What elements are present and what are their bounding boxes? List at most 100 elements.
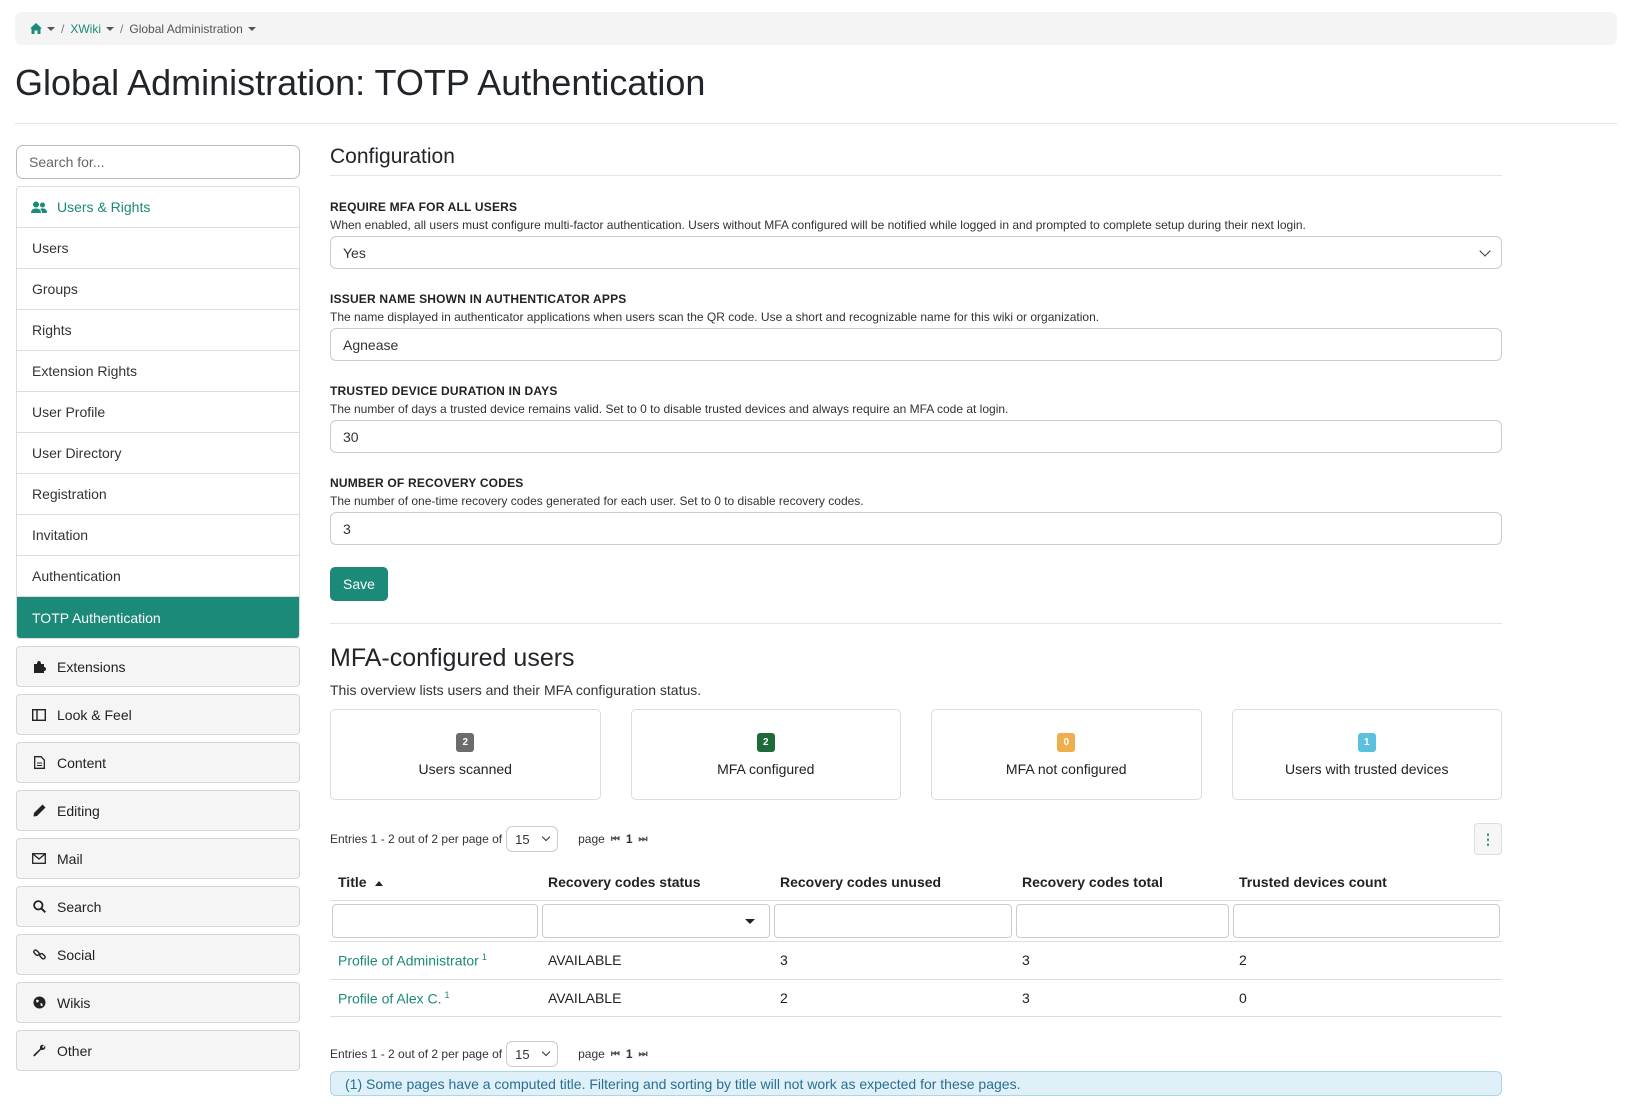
last-page-icon[interactable]: ⏭ bbox=[639, 834, 648, 845]
sidebar-item-rights[interactable]: Rights bbox=[17, 310, 299, 351]
stat-label: MFA configured bbox=[717, 760, 815, 777]
category-look-feel[interactable]: Look & Feel bbox=[16, 694, 300, 735]
title-filter-input[interactable] bbox=[332, 904, 538, 938]
columns-icon bbox=[31, 708, 47, 721]
category-other[interactable]: Other bbox=[16, 1030, 300, 1071]
sidebar-item-groups[interactable]: Groups bbox=[17, 269, 299, 310]
breadcrumb-page-label: Global Administration bbox=[129, 21, 243, 36]
breadcrumb: / XWiki / Global Administration bbox=[15, 12, 1617, 45]
sidebar-item-user-directory[interactable]: User Directory bbox=[17, 433, 299, 474]
column-header-unused[interactable]: Recovery codes unused bbox=[772, 866, 1014, 901]
puzzle-icon bbox=[31, 660, 47, 673]
page-label: page bbox=[578, 832, 605, 846]
admin-sidebar: Search for... Users & Rights Users Group… bbox=[16, 145, 300, 1071]
breadcrumb-wiki[interactable]: XWiki bbox=[70, 22, 115, 36]
sort-ascending-icon bbox=[374, 880, 383, 886]
sidebar-item-user-profile[interactable]: User Profile bbox=[17, 392, 299, 433]
sidebar-item-totp-authentication[interactable]: TOTP Authentication bbox=[17, 597, 299, 638]
stat-card-users-scanned: 2 Users scanned bbox=[330, 709, 601, 800]
category-extensions-label: Extensions bbox=[57, 658, 126, 675]
issuer-name-input[interactable]: Agnease bbox=[330, 328, 1502, 361]
category-extensions[interactable]: Extensions bbox=[16, 646, 300, 687]
category-mail[interactable]: Mail bbox=[16, 838, 300, 879]
first-page-icon[interactable]: ⏮ bbox=[611, 1049, 620, 1060]
require-mfa-hint: When enabled, all users must configure m… bbox=[330, 218, 1306, 232]
pencil-icon bbox=[31, 804, 47, 817]
sidebar-item-authentication[interactable]: Authentication bbox=[17, 556, 299, 597]
recovery-codes-input[interactable]: 3 bbox=[330, 512, 1502, 545]
category-look-feel-label: Look & Feel bbox=[57, 706, 132, 723]
status-cell: AVAILABLE bbox=[540, 979, 772, 1018]
sidebar-item-extension-rights[interactable]: Extension Rights bbox=[17, 351, 299, 392]
profile-link[interactable]: Profile of Alex C. bbox=[338, 990, 442, 1006]
stat-card-mfa-not-configured: 0 MFA not configured bbox=[931, 709, 1202, 800]
recovery-codes-label: NUMBER OF RECOVERY CODES bbox=[330, 476, 524, 490]
category-other-label: Other bbox=[57, 1042, 93, 1059]
category-social[interactable]: Social bbox=[16, 934, 300, 975]
stat-label: Users with trusted devices bbox=[1285, 760, 1449, 777]
column-header-status[interactable]: Recovery codes status bbox=[540, 866, 772, 901]
users-rights-group: Users & Rights Users Groups Rights Exten… bbox=[16, 186, 300, 639]
per-page-value: 15 bbox=[515, 831, 530, 847]
category-content[interactable]: Content bbox=[16, 742, 300, 783]
last-page-icon[interactable]: ⏭ bbox=[639, 1049, 648, 1060]
trusted-filter-input[interactable] bbox=[1233, 904, 1500, 938]
per-page-select[interactable]: 15 bbox=[506, 1041, 559, 1068]
column-title-label: Title bbox=[338, 874, 367, 890]
breadcrumb-wiki-label[interactable]: XWiki bbox=[70, 22, 101, 36]
unused-cell: 2 bbox=[772, 979, 1014, 1018]
section-divider bbox=[330, 623, 1502, 624]
sidebar-item-invitation[interactable]: Invitation bbox=[17, 515, 299, 556]
status-filter-select[interactable] bbox=[542, 904, 770, 938]
per-page-value: 15 bbox=[515, 1046, 530, 1062]
breadcrumb-separator: / bbox=[61, 21, 65, 36]
require-mfa-label: REQUIRE MFA FOR ALL USERS bbox=[330, 200, 518, 214]
search-icon bbox=[31, 900, 47, 913]
current-page: 1 bbox=[625, 832, 633, 846]
chevron-down-icon bbox=[47, 26, 55, 31]
home-crumb[interactable] bbox=[30, 23, 55, 34]
count-badge: 0 bbox=[1057, 732, 1076, 752]
table-row: Profile of Administrator 1 AVAILABLE 3 3 … bbox=[330, 941, 1502, 980]
breadcrumb-separator: / bbox=[120, 21, 124, 36]
category-editing[interactable]: Editing bbox=[16, 790, 300, 831]
chevron-down-icon bbox=[541, 832, 551, 842]
sidebar-item-registration[interactable]: Registration bbox=[17, 474, 299, 515]
unused-filter-input[interactable] bbox=[774, 904, 1012, 938]
search-input[interactable]: Search for... bbox=[16, 145, 300, 179]
column-header-total[interactable]: Recovery codes total bbox=[1014, 866, 1231, 901]
total-filter-input[interactable] bbox=[1016, 904, 1229, 938]
trusted-duration-input[interactable]: 30 bbox=[330, 420, 1502, 453]
column-header-trusted[interactable]: Trusted devices count bbox=[1231, 866, 1502, 901]
stat-card-trusted-devices: 1 Users with trusted devices bbox=[1231, 709, 1502, 800]
group-users-rights[interactable]: Users & Rights bbox=[17, 187, 299, 228]
profile-link[interactable]: Profile of Administrator bbox=[338, 953, 479, 969]
pagination-top: Entries 1 - 2 out of 2 per page of 15 pa… bbox=[330, 823, 1502, 855]
trusted-cell: 0 bbox=[1231, 979, 1502, 1018]
issuer-name-label: ISSUER NAME SHOWN IN AUTHENTICATOR APPS bbox=[330, 292, 627, 306]
save-button[interactable]: Save bbox=[330, 567, 388, 601]
category-wikis[interactable]: Wikis bbox=[16, 982, 300, 1023]
chevron-down-icon bbox=[247, 26, 256, 31]
mfa-users-table: Title Recovery codes status Recovery cod… bbox=[330, 866, 1502, 1018]
more-actions-button[interactable]: ⋮ bbox=[1474, 823, 1502, 855]
configuration-heading: Configuration bbox=[330, 145, 1502, 176]
column-header-title[interactable]: Title bbox=[330, 866, 540, 901]
first-page-icon[interactable]: ⏮ bbox=[611, 834, 620, 845]
mfa-users-heading: MFA-configured users bbox=[330, 644, 575, 672]
category-search[interactable]: Search bbox=[16, 886, 300, 927]
sidebar-item-users[interactable]: Users bbox=[17, 228, 299, 269]
require-mfa-select[interactable]: Yes bbox=[330, 236, 1502, 269]
stat-label: Users scanned bbox=[418, 760, 512, 777]
category-mail-label: Mail bbox=[57, 850, 83, 867]
computed-title-note: (1) Some pages have a computed title. Fi… bbox=[330, 1071, 1502, 1097]
stats-cards: 2 Users scanned 2 MFA configured 0 MFA n… bbox=[330, 709, 1502, 800]
page-title: Global Administration: TOTP Authenticati… bbox=[15, 62, 706, 103]
breadcrumb-page[interactable]: Global Administration bbox=[129, 21, 256, 36]
footnote-marker: 1 bbox=[444, 989, 450, 1000]
pagination-bottom: Entries 1 - 2 out of 2 per page of 15 pa… bbox=[330, 1041, 1502, 1068]
issuer-name-hint: The name displayed in authenticator appl… bbox=[330, 310, 1100, 324]
per-page-select[interactable]: 15 bbox=[506, 826, 559, 852]
unused-cell: 3 bbox=[772, 941, 1014, 980]
group-users-rights-label: Users & Rights bbox=[57, 199, 151, 215]
